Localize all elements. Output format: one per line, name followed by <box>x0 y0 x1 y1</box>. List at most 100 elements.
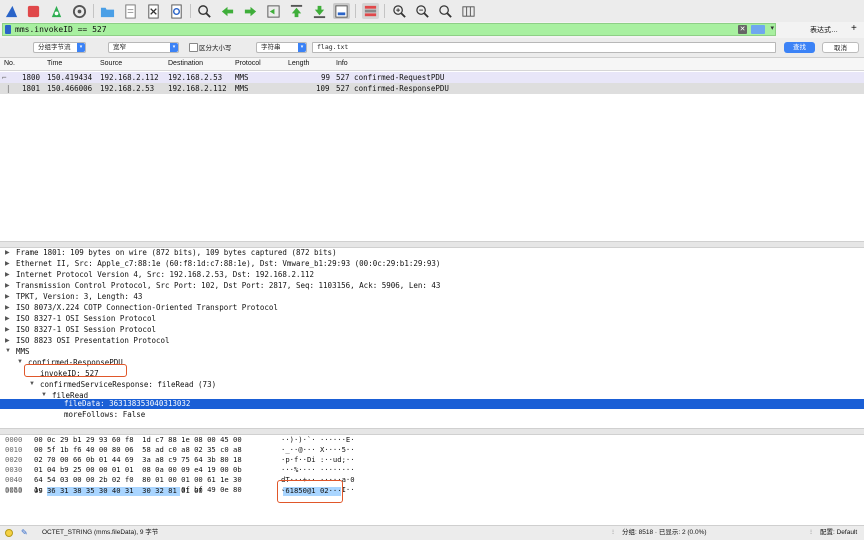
search-icon[interactable] <box>196 3 213 19</box>
tree-item-more-follows[interactable]: moreFollows: False <box>64 409 145 420</box>
response-marker-icon: | <box>6 84 11 93</box>
tree-item-tcp[interactable]: Transmission Control Protocol, Src Port:… <box>16 280 440 291</box>
search-scope-value: 分组字节流 <box>38 44 71 51</box>
column-header-info[interactable]: Info <box>336 60 348 67</box>
bookmark-icon[interactable] <box>5 25 11 34</box>
reload-icon[interactable] <box>168 3 185 19</box>
chevron-down-icon[interactable]: ▾ <box>770 24 774 32</box>
gear-icon[interactable] <box>71 3 88 19</box>
tree-item-session[interactable]: ISO 8327-1 OSI Session Protocol <box>16 313 156 324</box>
tree-item-tpkt[interactable]: TPKT, Version: 3, Length: 43 <box>16 291 142 302</box>
search-input[interactable]: flag.txt <box>312 42 776 53</box>
packet-protocol: MMS <box>235 73 249 82</box>
invoke-id-annotation <box>24 364 127 377</box>
tree-item-cotp[interactable]: ISO 8073/X.224 COTP Connection-Oriented … <box>16 302 278 313</box>
status-field-info: OCTET_STRING (mms.fileData), 9 字节 <box>42 529 159 536</box>
packet-no: 1800 <box>22 73 41 82</box>
tree-item-file-data[interactable]: fileData: 363138353040313032 <box>64 398 190 409</box>
expand-arrow-icon[interactable]: ▶ <box>5 315 10 322</box>
case-sensitive-label: 区分大小写 <box>199 45 232 52</box>
tree-item-mms[interactable]: MMS <box>16 346 30 357</box>
first-packet-icon[interactable] <box>288 3 305 19</box>
search-scope-select[interactable]: 分组字节流 ▾ <box>33 42 86 53</box>
add-filter-button[interactable]: + <box>851 23 857 34</box>
packet-length: 109 <box>316 84 330 93</box>
forward-arrow-icon[interactable] <box>242 3 259 19</box>
tree-item-presentation[interactable]: ISO 8823 OSI Presentation Protocol <box>16 335 170 346</box>
packet-row[interactable]: ⌐ 1800 150.419434 192.168.2.112 192.168.… <box>0 72 864 83</box>
edit-comment-icon[interactable]: ✎ <box>21 526 28 540</box>
packet-source: 192.168.2.112 <box>100 73 159 82</box>
expand-arrow-icon[interactable]: ▶ <box>5 271 10 278</box>
file-icon[interactable] <box>122 3 139 19</box>
expand-arrow-icon[interactable]: ▶ <box>5 282 10 289</box>
packet-info: 527 confirmed-RequestPDU <box>336 73 445 82</box>
expand-arrow-icon[interactable]: ▶ <box>5 337 10 344</box>
packet-destination: 192.168.2.53 <box>168 73 223 82</box>
search-type-select[interactable]: 字符串 ▾ <box>256 42 307 53</box>
tree-item-ipv4[interactable]: Internet Protocol Version 4, Src: 192.16… <box>16 269 314 280</box>
display-filter-input[interactable]: mms.invokeID == 527 ✕ ▾ <box>2 23 776 36</box>
status-dots-icon: ⁝ <box>810 529 813 536</box>
search-type-value: 字符串 <box>261 44 281 51</box>
find-bar: 分组字节流 ▾ 宽窄 ▾ 区分大小写 字符串 ▾ flag.txt 查找 取消 <box>0 38 864 58</box>
find-button[interactable]: 查找 <box>784 42 815 53</box>
resize-columns-icon[interactable] <box>460 3 477 19</box>
tree-item-frame[interactable]: Frame 1801: 109 bytes on wire (872 bits)… <box>16 247 337 258</box>
collapse-arrow-icon[interactable]: ▼ <box>41 392 47 398</box>
zoom-out-icon[interactable] <box>414 3 431 19</box>
expand-arrow-icon[interactable]: ▶ <box>5 260 10 267</box>
request-marker-icon: ⌐ <box>2 73 7 82</box>
status-profile[interactable]: 配置: Default <box>820 526 857 540</box>
collapse-arrow-icon[interactable]: ▼ <box>29 381 35 387</box>
byte-hex[interactable]: 09 36 31 38 35 30 40 31 30 32 81 01 00 <box>34 485 203 496</box>
back-arrow-icon[interactable] <box>219 3 236 19</box>
packet-no: 1801 <box>22 84 41 93</box>
case-sensitive-checkbox[interactable] <box>189 43 198 52</box>
apply-filter-icon[interactable] <box>751 25 765 34</box>
packet-time: 150.419434 <box>47 73 93 82</box>
restart-icon[interactable] <box>48 3 65 19</box>
column-header-protocol[interactable]: Protocol <box>235 60 261 67</box>
packet-protocol: MMS <box>235 84 249 93</box>
expression-button[interactable]: 表达式… <box>810 25 838 35</box>
colorize-icon[interactable] <box>362 3 379 19</box>
chevron-down-icon: ▾ <box>298 43 306 52</box>
collapse-arrow-icon[interactable]: ▼ <box>5 348 11 354</box>
tree-item-service-response[interactable]: confirmedServiceResponse: fileRead (73) <box>40 379 216 390</box>
chevron-down-icon: ▾ <box>170 43 178 52</box>
zoom-reset-icon[interactable] <box>437 3 454 19</box>
column-header-no[interactable]: No. <box>4 60 15 67</box>
open-folder-icon[interactable] <box>99 3 116 19</box>
shark-fin-icon[interactable] <box>3 3 20 19</box>
filter-value: mms.invokeID == 527 <box>15 25 107 34</box>
char-width-select[interactable]: 宽窄 ▾ <box>108 42 179 53</box>
column-header-source[interactable]: Source <box>100 60 122 67</box>
clear-filter-icon[interactable]: ✕ <box>738 25 747 34</box>
packet-time: 150.466006 <box>47 84 93 93</box>
expand-arrow-icon[interactable]: ▶ <box>5 293 10 300</box>
expand-arrow-icon[interactable]: ▶ <box>5 304 10 311</box>
search-query: flag.txt <box>317 43 349 51</box>
column-header-time[interactable]: Time <box>47 60 62 67</box>
stop-icon[interactable] <box>25 3 42 19</box>
column-header-length[interactable]: Length <box>288 60 309 67</box>
column-header-destination[interactable]: Destination <box>168 60 203 67</box>
expand-arrow-icon[interactable]: ▶ <box>5 249 10 256</box>
autoscroll-icon[interactable] <box>333 3 350 19</box>
goto-packet-icon[interactable] <box>265 3 282 19</box>
status-bar: ✎ OCTET_STRING (mms.fileData), 9 字节 ⁝ 分组… <box>0 525 864 540</box>
packet-list-header: No. Time Source Destination Protocol Len… <box>0 58 864 71</box>
last-packet-icon[interactable] <box>311 3 328 19</box>
packet-row-selected[interactable]: | 1801 150.466006 192.168.2.53 192.168.2… <box>0 83 864 94</box>
status-packet-count: 分组: 8518 · 已显示: 2 (0.0%) <box>622 529 707 536</box>
cancel-button[interactable]: 取消 <box>822 42 859 53</box>
zoom-in-icon[interactable] <box>391 3 408 19</box>
tree-item-session[interactable]: ISO 8327-1 OSI Session Protocol <box>16 324 156 335</box>
expert-info-icon[interactable] <box>5 529 13 537</box>
tree-item-ethernet[interactable]: Ethernet II, Src: Apple_c7:88:1e (60:f8:… <box>16 258 440 269</box>
byte-offset: 0060 <box>5 486 23 495</box>
expand-arrow-icon[interactable]: ▶ <box>5 326 10 333</box>
close-file-icon[interactable] <box>145 3 162 19</box>
collapse-arrow-icon[interactable]: ▼ <box>17 359 23 365</box>
